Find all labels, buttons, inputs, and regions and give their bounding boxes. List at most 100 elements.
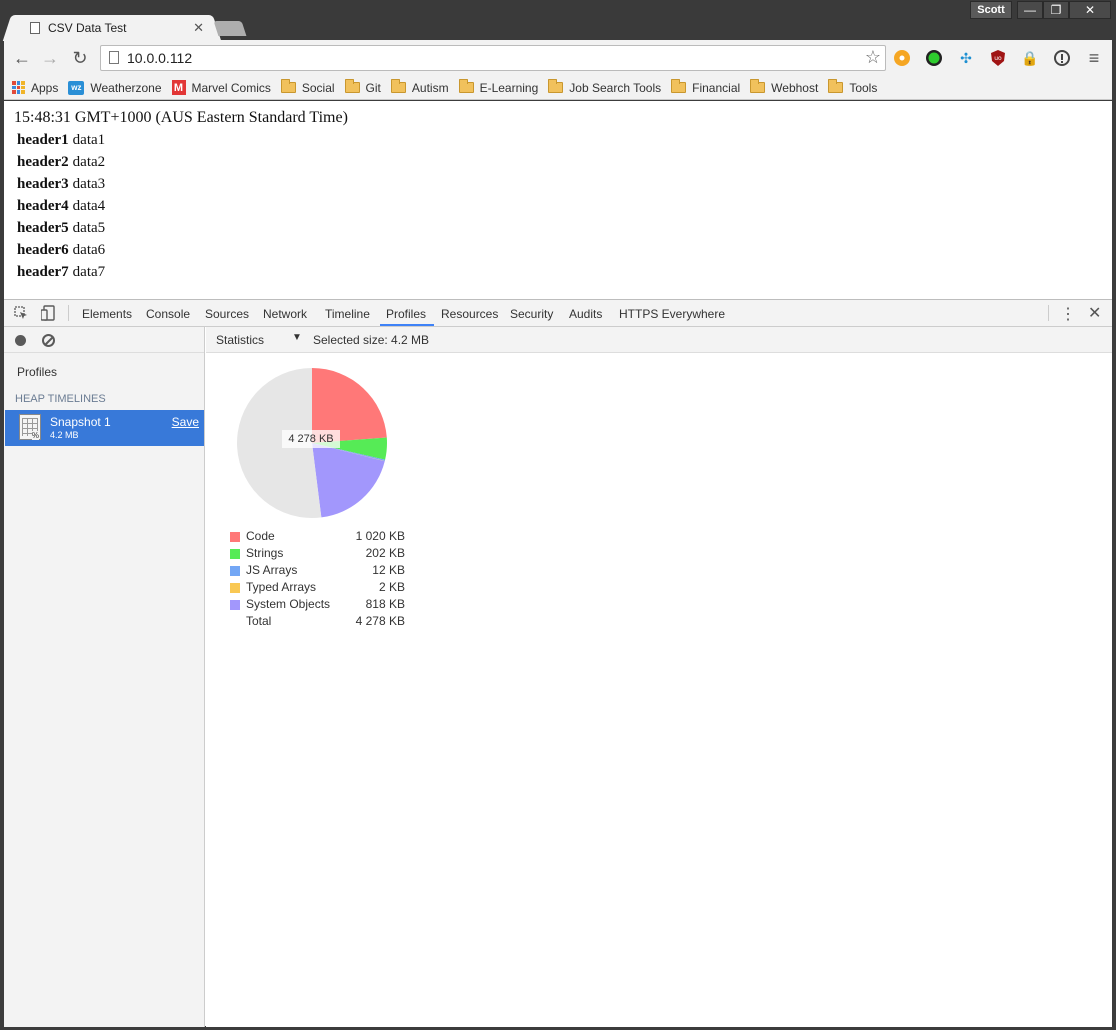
row-data: data2 [72, 154, 106, 170]
row-header: header1 [17, 132, 69, 148]
row-data: data4 [72, 198, 106, 214]
legend-row: Typed Arrays 2 KB [230, 580, 405, 597]
devtools-tabbar: Elements Console Sources Network Timelin… [4, 300, 1112, 327]
bookmark-label: E-Learning [479, 80, 539, 95]
record-icon[interactable] [15, 335, 26, 346]
maximize-icon[interactable]: ❐ [1043, 1, 1069, 19]
bookmark-label: Git [365, 80, 381, 95]
legend-value: 1 020 KB [355, 529, 405, 543]
new-tab-button[interactable] [213, 21, 247, 36]
page-content: 15:48:31 GMT+1000 (AUS Eastern Standard … [4, 101, 1112, 299]
bookmark-apps[interactable]: Apps [12, 81, 58, 95]
snapshot-size: 4.2 MB [50, 430, 79, 440]
profiles-heading[interactable]: Profiles [17, 365, 57, 379]
page-icon [30, 22, 40, 34]
profile-button[interactable]: Scott [970, 1, 1012, 19]
info-circle-icon[interactable] [1052, 48, 1072, 68]
url-text[interactable]: 10.0.0.112 [127, 50, 192, 66]
network-extension-icon[interactable]: ✣ [956, 48, 976, 68]
bookmark-label: Apps [31, 80, 59, 95]
row-header: header2 [17, 154, 69, 170]
legend-swatch [230, 566, 240, 576]
tab-network[interactable]: Network [263, 307, 307, 321]
tab-audits[interactable]: Audits [569, 307, 602, 321]
device-mode-icon[interactable] [40, 305, 56, 321]
legend-value: 4 278 KB [355, 614, 405, 628]
bookmark-folder-e-learning[interactable]: E-Learning [458, 79, 539, 95]
snapshot-item[interactable]: Snapshot 1 4.2 MB Save [5, 410, 204, 446]
lock-extension-icon[interactable]: 🔒 [1020, 48, 1040, 68]
tab-https-everywhere[interactable]: HTTPS Everywhere [619, 307, 725, 321]
weatherzone-icon: wz [68, 80, 85, 95]
more-options-icon[interactable]: ⋮ [1060, 304, 1076, 324]
tab-profiles[interactable]: Profiles [386, 307, 426, 321]
tab-resources[interactable]: Resources [441, 307, 498, 321]
csv-row: header5 data5 [17, 217, 105, 239]
bookmark-folder-git[interactable]: Git [344, 79, 381, 95]
legend-label: Strings [246, 546, 284, 560]
row-header: header3 [17, 176, 69, 192]
menu-icon[interactable]: ≡ [1084, 48, 1104, 68]
bookmark-marvel-comics[interactable]: M Marvel Comics [171, 80, 271, 95]
browser-tab[interactable]: CSV Data Test ✕ [14, 15, 210, 41]
tab-console[interactable]: Console [146, 307, 190, 321]
statistics-view: 4 278 KB Code 1 020 KB Strings 202 KB JS Arr… [206, 353, 1112, 1027]
forward-arrow-icon[interactable]: → [40, 48, 60, 68]
bookmark-star-icon[interactable]: ☆ [865, 47, 881, 68]
bookmark-label: Job Search Tools [569, 80, 662, 95]
selected-size-text: Selected size: 4.2 MB [313, 333, 430, 347]
clear-icon[interactable] [42, 334, 55, 347]
toolbar-divider [1048, 305, 1049, 321]
reload-icon[interactable]: ↻ [70, 48, 90, 68]
svg-text:uo: uo [994, 55, 1002, 62]
dropdown-arrow-icon[interactable]: ▼ [292, 332, 302, 343]
bookmark-label: Financial [692, 80, 741, 95]
legend-label: System Objects [246, 597, 331, 611]
row-data: data6 [72, 242, 106, 258]
folder-icon [280, 79, 296, 93]
marvel-icon: M [171, 80, 186, 95]
tab-close-icon[interactable]: ✕ [193, 20, 204, 36]
bookmark-weatherzone[interactable]: wz Weatherzone [68, 80, 162, 95]
bookmark-folder-autism[interactable]: Autism [390, 79, 449, 95]
heap-timelines-section-label: HEAP TIMELINES [15, 393, 106, 405]
tab-timeline[interactable]: Timeline [325, 307, 370, 321]
row-header: header5 [17, 220, 69, 236]
csv-row: header4 data4 [17, 195, 105, 217]
radiation-extension-icon[interactable] [892, 48, 912, 68]
green-dot-extension-icon[interactable] [924, 48, 944, 68]
legend-label: JS Arrays [246, 563, 298, 577]
bookmark-folder-job-search-tools[interactable]: Job Search Tools [548, 79, 662, 95]
minimize-icon[interactable]: — [1017, 1, 1043, 19]
inspect-element-icon[interactable] [13, 305, 29, 321]
bookmark-folder-tools[interactable]: Tools [828, 79, 877, 95]
csv-row: header2 data2 [17, 151, 105, 173]
bookmark-folder-social[interactable]: Social [280, 79, 335, 95]
timestamp-text: 15:48:31 GMT+1000 (AUS Eastern Standard … [14, 109, 348, 126]
window-close-icon[interactable]: ✕ [1069, 1, 1111, 19]
devtools-close-icon[interactable]: ✕ [1088, 303, 1101, 323]
folder-icon [750, 79, 766, 93]
tab-sources[interactable]: Sources [205, 307, 249, 321]
pie-center-label: 4 278 KB [282, 430, 340, 448]
address-bar[interactable]: 10.0.0.112 ☆ [100, 45, 886, 71]
csv-row: header1 data1 [17, 129, 105, 151]
csv-row: header6 data6 [17, 239, 105, 261]
bookmark-folder-webhost[interactable]: Webhost [750, 79, 818, 95]
bookmark-label: Social [301, 80, 335, 95]
csv-rows: header1 data1 header2 data2 header3 data3 h… [17, 129, 105, 283]
csv-row: header3 data3 [17, 173, 105, 195]
legend-row: JS Arrays 12 KB [230, 563, 405, 580]
legend-swatch [230, 549, 240, 559]
view-select[interactable]: Statistics [216, 333, 264, 347]
row-header: header4 [17, 198, 69, 214]
tab-security[interactable]: Security [510, 307, 553, 321]
bookmark-folder-financial[interactable]: Financial [671, 79, 741, 95]
ublock-icon[interactable]: uo [988, 48, 1008, 68]
apps-grid-icon [12, 81, 25, 94]
legend-label: Total [246, 614, 272, 628]
tab-elements[interactable]: Elements [82, 307, 132, 321]
save-snapshot-link[interactable]: Save [172, 415, 199, 429]
back-arrow-icon[interactable]: ← [12, 48, 32, 68]
window-titlebar: CSV Data Test ✕ Scott — ❐ ✕ [0, 0, 1116, 41]
